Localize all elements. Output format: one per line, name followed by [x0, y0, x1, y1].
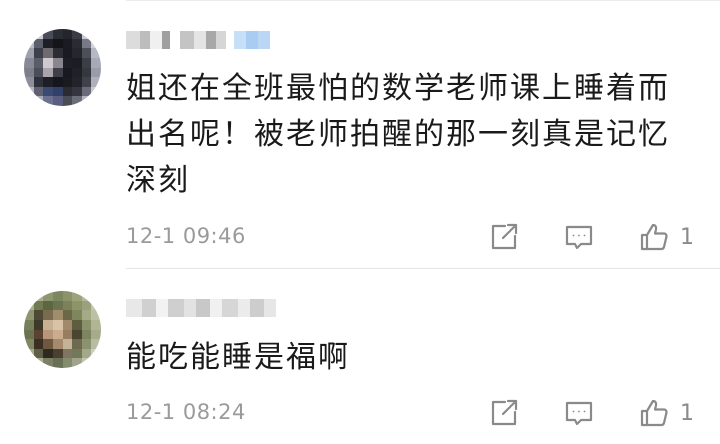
share-button[interactable]: [488, 220, 520, 254]
username-pixel: [184, 299, 196, 317]
username-pixel: [142, 299, 156, 317]
username-pixel: [180, 31, 194, 49]
username-pixel: [216, 31, 226, 49]
comment-actions: 1: [486, 396, 710, 430]
thumbs-up-icon: [638, 221, 670, 253]
like-button[interactable]: 1: [638, 396, 694, 430]
username-pixel: [156, 299, 168, 317]
comment-text: 姐还在全班最怕的数学老师课上睡着而出名呢！被老师拍醒的那一刻真是记忆深刻: [126, 71, 670, 198]
avatar[interactable]: [24, 291, 101, 368]
username-pixel: [170, 31, 180, 49]
comment-list: 姐还在全班最怕的数学老师课上睡着而出名呢！被老师拍醒的那一刻真是记忆深刻 12-…: [0, 0, 720, 444]
username-pixel: [206, 31, 216, 49]
badge-pixel: [234, 31, 246, 49]
username-obscured[interactable]: [126, 295, 276, 321]
comment-timestamp: 12-1 09:46: [126, 224, 246, 248]
username-pixel: [126, 31, 140, 49]
badge-pixel: [246, 31, 258, 49]
comment-text: 能吃能睡是福啊: [126, 340, 350, 375]
reply-button[interactable]: [563, 396, 595, 430]
comment-icon: [563, 397, 595, 429]
username-pixel: [196, 299, 210, 317]
comment-timestamp: 12-1 08:24: [126, 400, 246, 424]
comment-item: 姐还在全班最怕的数学老师课上睡着而出名呢！被老师拍醒的那一刻真是记忆深刻 12-…: [0, 0, 720, 268]
like-count: 1: [680, 400, 694, 426]
reply-button[interactable]: [563, 220, 595, 254]
username-pixel: [264, 299, 276, 317]
username-pixel: [226, 31, 234, 49]
avatar-mosaic: [24, 29, 101, 106]
username-obscured[interactable]: [126, 27, 270, 53]
share-icon: [488, 221, 520, 253]
comment-actions: 1: [486, 220, 710, 254]
username-pixel: [210, 299, 222, 317]
like-count: 1: [680, 224, 694, 250]
badge-pixel: [258, 31, 270, 49]
username-pixel: [194, 31, 206, 49]
avatar-mosaic: [24, 291, 101, 368]
username-pixel: [222, 299, 238, 317]
username-pixel: [126, 299, 142, 317]
username-pixel: [238, 299, 250, 317]
like-button[interactable]: 1: [638, 220, 694, 254]
comment-item: 能吃能睡是福啊 12-1 08:24 1: [0, 269, 720, 444]
share-button[interactable]: [488, 396, 520, 430]
share-icon: [488, 397, 520, 429]
username-pixel: [150, 31, 162, 49]
username-pixel: [168, 299, 184, 317]
username-pixel: [250, 299, 264, 317]
username-pixel: [162, 31, 170, 49]
thumbs-up-icon: [638, 397, 670, 429]
comment-icon: [563, 221, 595, 253]
username-pixel: [140, 31, 150, 49]
avatar[interactable]: [24, 29, 101, 106]
